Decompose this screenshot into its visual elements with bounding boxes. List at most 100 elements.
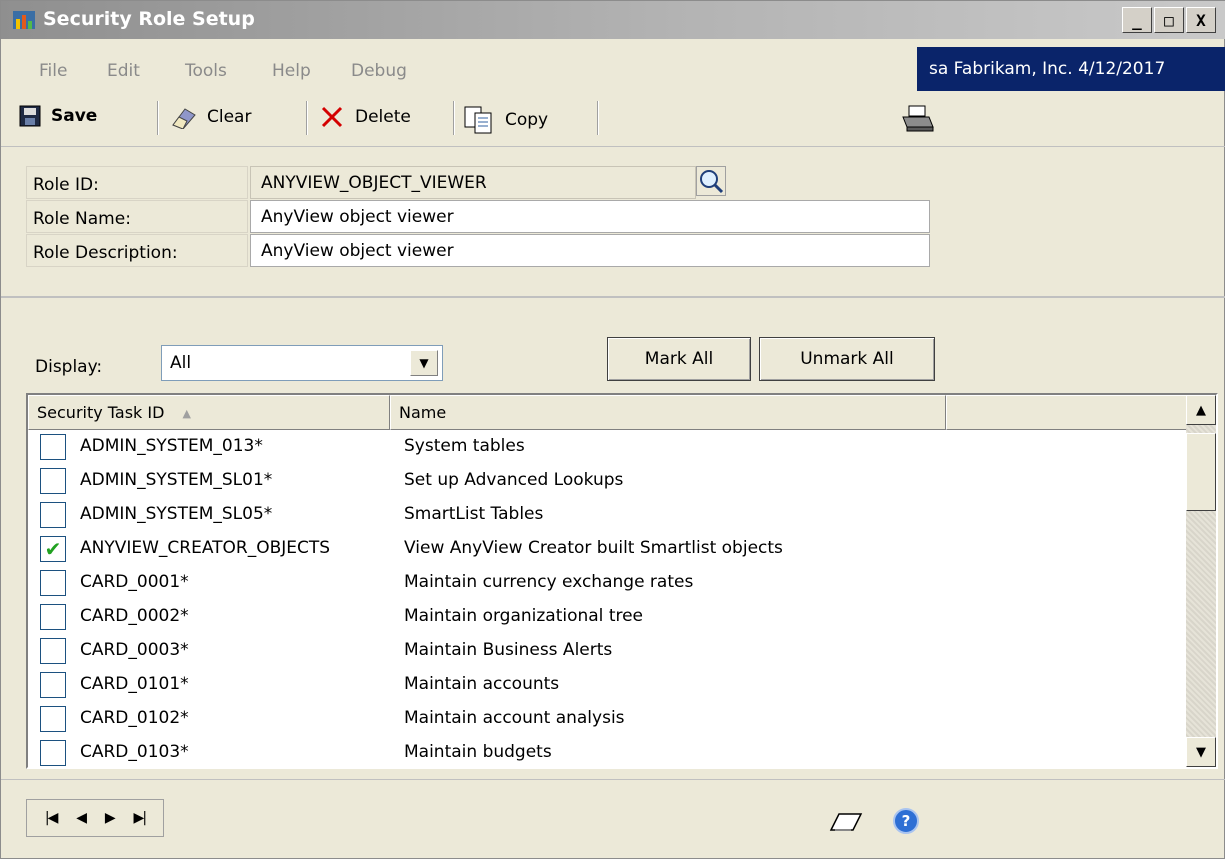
delete-label: Delete xyxy=(355,107,411,127)
row-checkbox[interactable] xyxy=(40,502,66,528)
role-description-label: Role Description: xyxy=(26,234,248,267)
scroll-down-button[interactable]: ▼ xyxy=(1186,737,1216,767)
checkmark-icon: ✔ xyxy=(44,537,62,561)
role-header-form: Role ID: ANYVIEW_OBJECT_VIEWER Role Name… xyxy=(1,148,1225,298)
table-row[interactable]: CARD_0103* Maintain budgets xyxy=(28,736,1188,767)
eraser-icon xyxy=(172,108,196,129)
security-task-id-cell: ADMIN_SYSTEM_013* xyxy=(80,436,263,456)
table-row[interactable]: ADMIN_SYSTEM_SL01* Set up Advanced Lookup… xyxy=(28,464,1188,498)
menu-file[interactable]: File xyxy=(39,61,67,81)
delete-button[interactable]: Delete xyxy=(319,105,411,129)
scroll-thumb[interactable] xyxy=(1186,433,1216,511)
column-header-security-task-id[interactable]: Security Task ID ▲ xyxy=(28,395,390,430)
row-checkbox[interactable] xyxy=(40,740,66,766)
row-checkbox[interactable] xyxy=(40,672,66,698)
table-row[interactable]: ✔ ANYVIEW_CREATOR_OBJECTS View AnyView Cre… xyxy=(28,532,1188,566)
help-icon[interactable]: ? xyxy=(893,808,919,834)
table-row[interactable]: CARD_0003* Maintain Business Alerts xyxy=(28,634,1188,668)
row-checkbox[interactable] xyxy=(40,468,66,494)
close-icon: X xyxy=(1196,10,1206,30)
printer-icon xyxy=(902,105,934,132)
menu-help[interactable]: Help xyxy=(272,61,311,81)
table-row[interactable]: CARD_0101* Maintain accounts xyxy=(28,668,1188,702)
user-company-date: sa Fabrikam, Inc. 4/12/2017 xyxy=(917,47,1225,91)
toolbar-separator xyxy=(306,101,308,135)
role-id-field[interactable]: ANYVIEW_OBJECT_VIEWER xyxy=(250,166,696,199)
column-header-blank xyxy=(946,395,1188,430)
security-task-id-cell: CARD_0102* xyxy=(80,708,189,728)
security-role-setup-window: Security Role Setup _ □ X File Edit Tool… xyxy=(0,0,1225,859)
task-name-cell: System tables xyxy=(404,436,525,456)
role-lookup-button[interactable] xyxy=(696,166,726,196)
copy-icon xyxy=(464,106,492,134)
table-row[interactable]: CARD_0001* Maintain currency exchange rat… xyxy=(28,566,1188,600)
maximize-button[interactable]: □ xyxy=(1154,7,1184,33)
unmark-all-button[interactable]: Unmark All xyxy=(759,337,935,381)
menu-debug[interactable]: Debug xyxy=(351,61,407,81)
menu-edit[interactable]: Edit xyxy=(107,61,140,81)
toolbar-separator xyxy=(597,101,599,135)
window-controls: _ □ X xyxy=(1122,7,1216,33)
last-record-icon[interactable]: ▶| xyxy=(134,810,148,826)
security-task-id-cell: ADMIN_SYSTEM_SL05* xyxy=(80,504,273,524)
table-row[interactable]: ADMIN_SYSTEM_013* System tables xyxy=(28,430,1188,464)
first-record-icon[interactable]: |◀ xyxy=(45,810,59,826)
clear-button[interactable]: Clear xyxy=(169,105,251,129)
save-label: Save xyxy=(51,106,98,126)
security-task-id-cell: CARD_0001* xyxy=(80,572,189,592)
save-button[interactable]: Save xyxy=(19,105,97,127)
close-button[interactable]: X xyxy=(1186,7,1216,33)
task-name-cell: View AnyView Creator built Smartlist obj… xyxy=(404,538,783,558)
role-id-label: Role ID: xyxy=(26,166,248,199)
security-tasks-grid: Security Task ID ▲ Name ADMIN_SYSTEM_013*… xyxy=(26,393,1218,769)
task-name-cell: Maintain currency exchange rates xyxy=(404,572,694,592)
security-task-id-cell: ANYVIEW_CREATOR_OBJECTS xyxy=(80,538,331,558)
role-description-input[interactable]: AnyView object viewer xyxy=(250,234,930,267)
note-icon[interactable] xyxy=(829,810,863,834)
app-icon xyxy=(13,11,35,29)
task-name-cell: Maintain organizational tree xyxy=(404,606,644,626)
role-name-label: Role Name: xyxy=(26,200,248,233)
table-row[interactable]: ADMIN_SYSTEM_SL05* SmartList Tables xyxy=(28,498,1188,532)
chevron-down-icon[interactable]: ▼ xyxy=(410,350,438,376)
copy-button[interactable]: Copy xyxy=(463,105,548,135)
copy-label: Copy xyxy=(505,110,549,130)
security-task-id-cell: CARD_0003* xyxy=(80,640,189,660)
task-name-cell: Set up Advanced Lookups xyxy=(404,470,624,490)
magnifier-icon xyxy=(700,170,724,194)
bottom-bar: |◀ ◀ ▶ ▶| ? xyxy=(1,779,1225,859)
security-task-id-cell: CARD_0002* xyxy=(80,606,189,626)
task-name-cell: Maintain Business Alerts xyxy=(404,640,613,660)
previous-record-icon[interactable]: ◀ xyxy=(76,810,87,826)
vertical-scrollbar[interactable]: ▲ ▼ xyxy=(1186,395,1216,767)
minimize-icon: _ xyxy=(1132,10,1142,30)
scroll-up-button[interactable]: ▲ xyxy=(1186,395,1216,425)
row-checkbox[interactable]: ✔ xyxy=(40,536,66,562)
print-button[interactable] xyxy=(899,105,935,133)
minimize-button[interactable]: _ xyxy=(1122,7,1152,33)
role-name-input[interactable]: AnyView object viewer xyxy=(250,200,930,233)
grid-header: Security Task ID ▲ Name xyxy=(28,395,1188,430)
display-label: Display: xyxy=(35,357,103,377)
display-dropdown[interactable]: All ▼ xyxy=(161,345,443,381)
window-title: Security Role Setup xyxy=(43,8,255,30)
row-checkbox[interactable] xyxy=(40,706,66,732)
next-record-icon[interactable]: ▶ xyxy=(105,810,116,826)
table-row[interactable]: CARD_0102* Maintain account analysis xyxy=(28,702,1188,736)
security-task-id-cell: ADMIN_SYSTEM_SL01* xyxy=(80,470,273,490)
maximize-icon: □ xyxy=(1164,10,1174,30)
task-name-cell: Maintain account analysis xyxy=(404,708,625,728)
record-navigation: |◀ ◀ ▶ ▶| xyxy=(26,799,164,837)
row-checkbox[interactable] xyxy=(40,638,66,664)
display-selected-value: All xyxy=(170,353,192,373)
row-checkbox[interactable] xyxy=(40,434,66,460)
table-row[interactable]: CARD_0002* Maintain organizational tree xyxy=(28,600,1188,634)
row-checkbox[interactable] xyxy=(40,570,66,596)
menu-tools[interactable]: Tools xyxy=(185,61,227,81)
column-header-name[interactable]: Name xyxy=(390,395,946,430)
clear-label: Clear xyxy=(207,107,252,127)
task-name-cell: Maintain budgets xyxy=(404,742,552,762)
toolbar-separator xyxy=(453,101,455,135)
row-checkbox[interactable] xyxy=(40,604,66,630)
mark-all-button[interactable]: Mark All xyxy=(607,337,751,381)
